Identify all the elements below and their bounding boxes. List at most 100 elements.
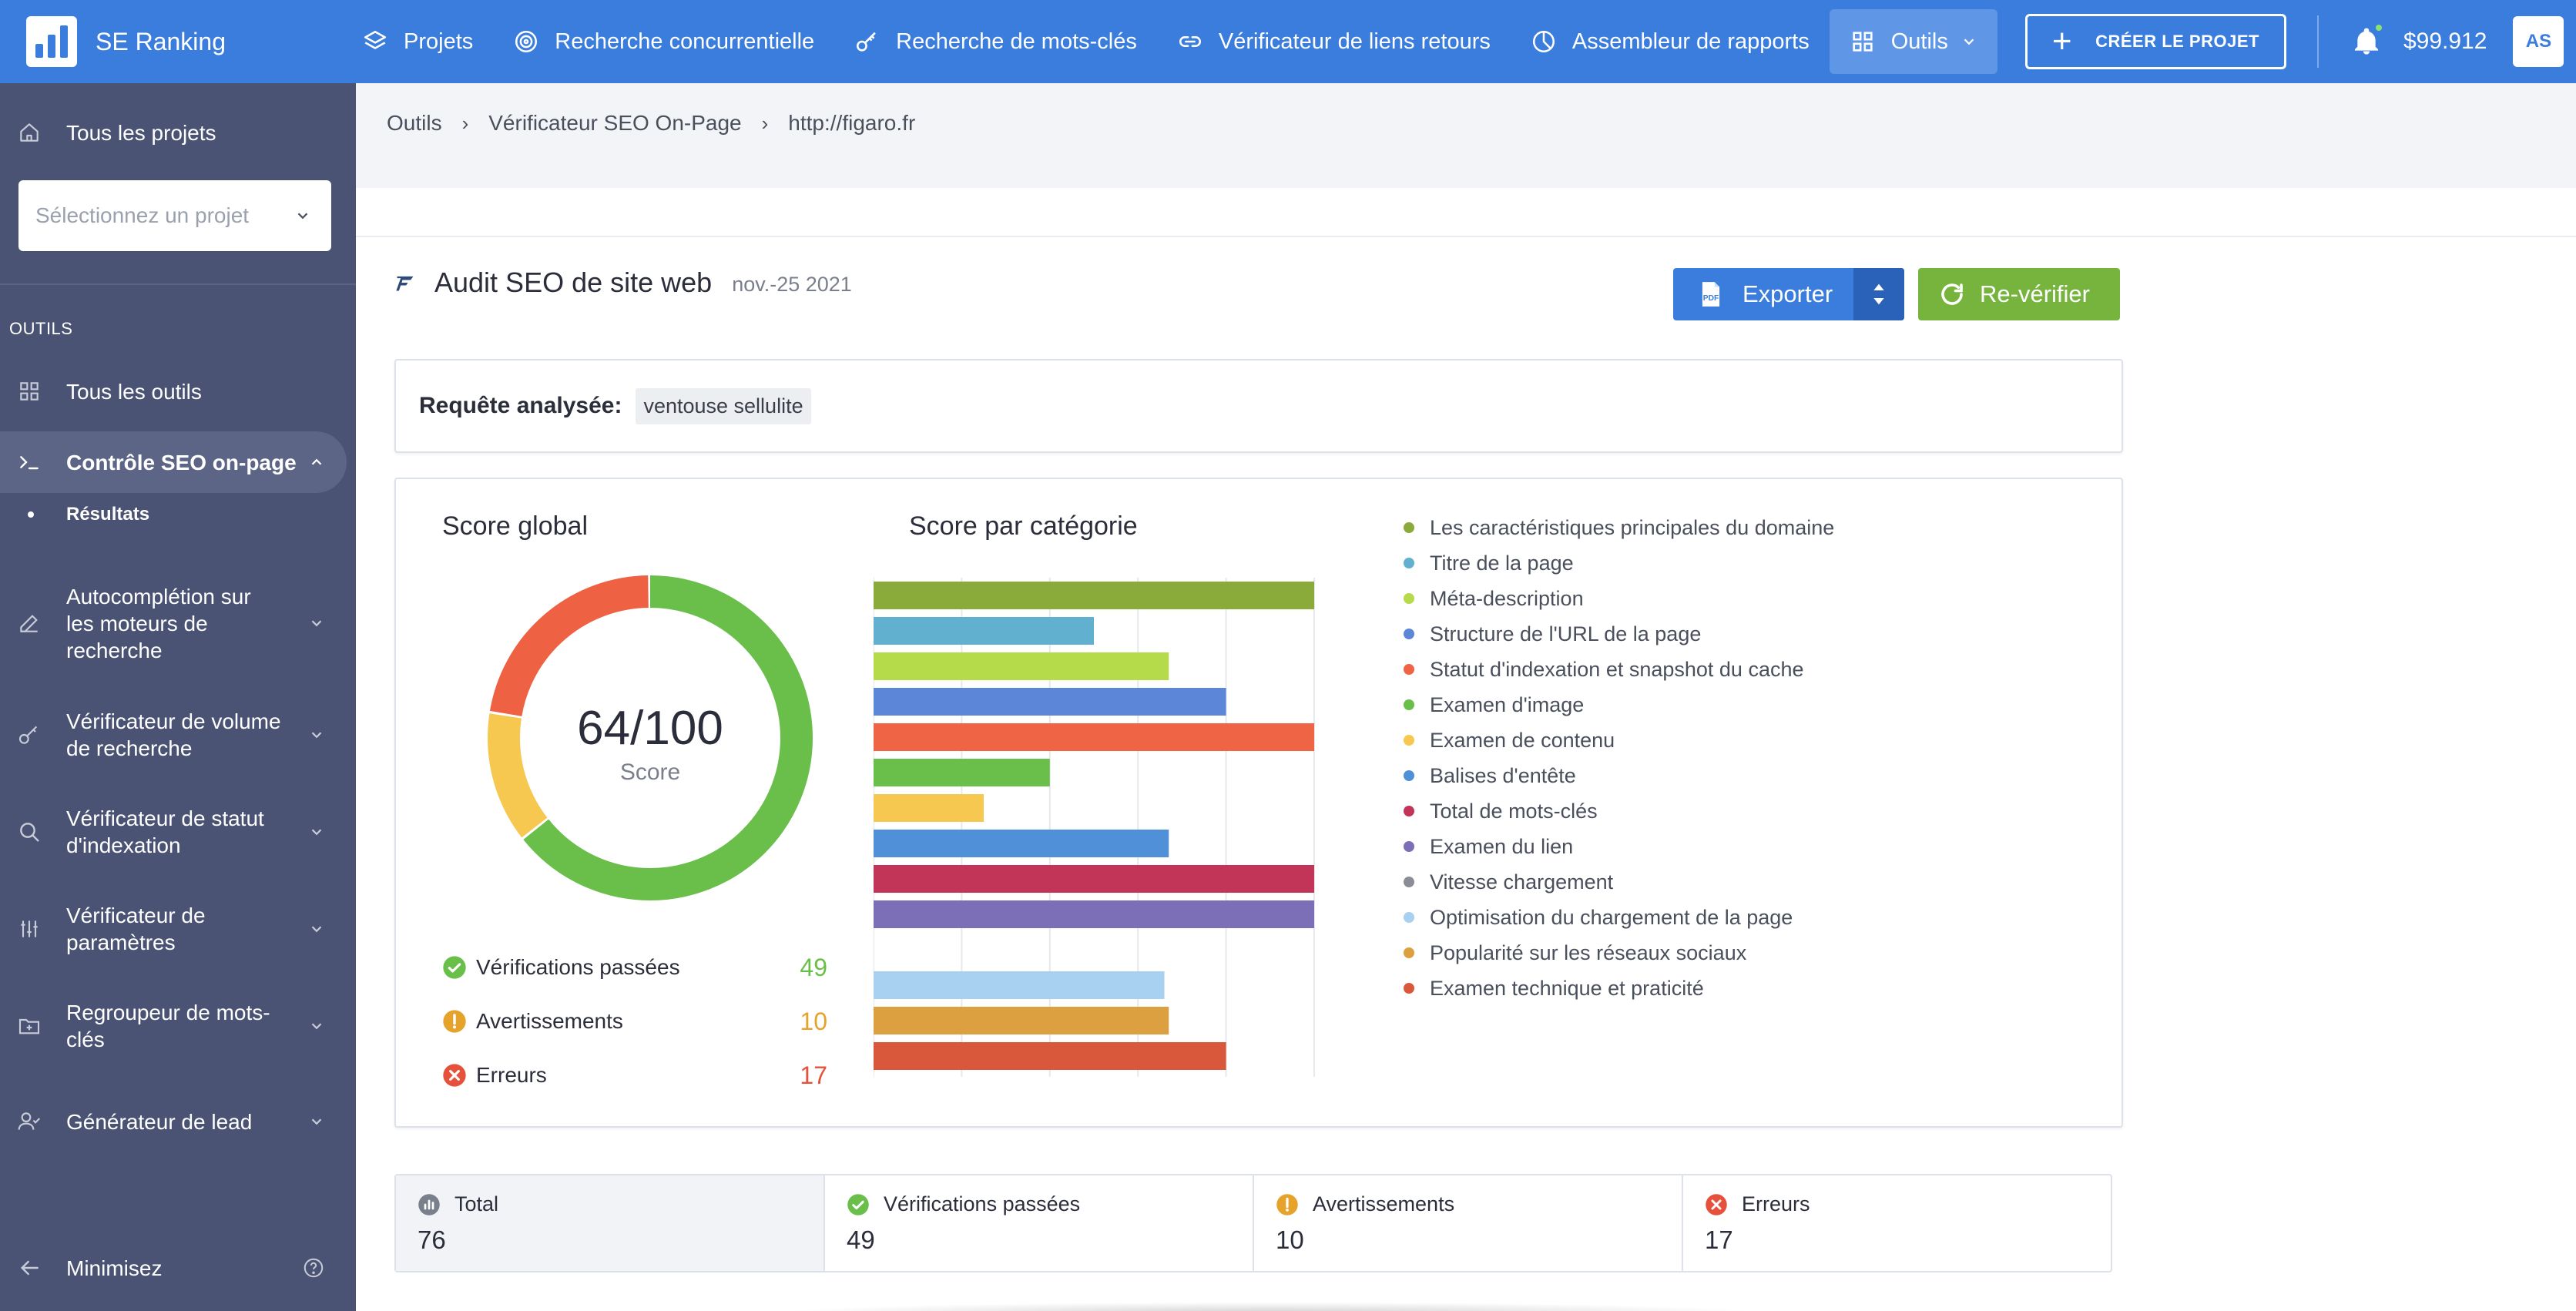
nav-assembleur-rapports[interactable]: Assembleur de rapports [1511,9,1830,74]
category-bar[interactable] [874,830,1169,857]
category-bar[interactable] [874,865,1314,893]
category-bar[interactable] [874,1007,1169,1034]
category-bar[interactable] [874,582,1314,609]
chevron-down-icon [311,926,322,933]
nav-verificateur-liens[interactable]: Vérificateur de liens retours [1157,9,1511,74]
category-bar[interactable] [874,759,1050,786]
summary-label: Avertissements [1313,1192,1455,1215]
page-title: Audit SEO de site web [434,267,713,298]
category-bar[interactable] [874,971,1165,999]
stat-value: 49 [800,953,827,981]
summary-warnings[interactable]: Avertissements 10 [1254,1175,1683,1271]
category-legend: Les caractéristiques principales du doma… [1404,510,1834,1006]
sidebar-item-lead-generator[interactable]: Générateur de lead [0,1106,356,1137]
search-icon [20,823,39,842]
legend-item: Titre de la page [1404,545,1834,581]
breadcrumb-item[interactable]: Vérificateur SEO On-Page [488,111,741,136]
recheck-button[interactable]: Re-vérifier [1918,268,2120,320]
brand[interactable]: SE Ranking [26,16,342,67]
export-button-main[interactable]: PDF Exporter [1673,280,1853,309]
sidebar-item-parameters[interactable]: Vérificateur de paramètres [0,900,356,958]
chevron-right-icon: › [761,111,769,135]
score-category-title: Score par catégorie [909,511,1138,541]
site-favicon-icon [396,276,414,291]
audit-date: nov.-25 2021 [732,272,852,296]
sidebar-item-autocomplete[interactable]: Autocomplétion sur les moteurs de recher… [0,581,356,666]
summary-errors[interactable]: Erreurs 17 [1683,1175,2111,1271]
sidebar-divider [0,283,356,285]
sidebar-minimize-button[interactable]: Minimisez [0,1252,356,1283]
category-bar[interactable] [874,900,1314,928]
legend-swatch [1404,558,1414,568]
legend-label: Popularité sur les réseaux sociaux [1430,940,1747,964]
legend-label: Total de mots-clés [1430,799,1598,823]
sidebar-subitem-results[interactable]: Résultats [66,504,149,525]
check-circle-icon [443,956,466,979]
sidebar-item-all-tools[interactable]: Tous les outils [0,376,356,407]
export-button[interactable]: PDF Exporter [1673,268,1904,320]
legend-item: Examen de contenu [1404,723,1834,758]
legend-swatch [1404,664,1414,675]
legend-swatch [1404,629,1414,639]
sidebar-item-label: Vérificateur de volume de recherche [66,709,281,760]
sidebar-item-all-projects[interactable]: Tous les projets [0,117,356,148]
sidebar-item-label: Regroupeur de mots-clés [66,1001,270,1051]
category-bar[interactable] [874,723,1314,751]
score-value: 64/100 [577,702,723,755]
nav-outils[interactable]: Outils [1829,9,1997,74]
legend-item: Examen du lien [1404,829,1834,864]
account-balance[interactable]: $99.912 [2403,28,2487,55]
summary-label: Vérifications passées [884,1192,1081,1215]
summary-passed[interactable]: Vérifications passées 49 [825,1175,1254,1271]
error-circle-icon [1706,1193,1727,1215]
export-label: Exporter [1742,280,1833,307]
sidebar-item-seo-onpage[interactable]: Contrôle SEO on-page [0,447,356,478]
help-icon[interactable] [302,1256,325,1279]
pdf-icon: PDF [1702,282,1720,307]
stat-label: Erreurs [476,1063,547,1087]
category-bar[interactable] [874,794,984,822]
breadcrumb: Outils › Vérificateur SEO On-Page › http… [387,111,915,136]
legend-item: Balises d'entête [1404,758,1834,793]
legend-label: Statut d'indexation et snapshot du cache [1430,657,1804,681]
stat-passed: Vérifications passées 49 [442,953,827,981]
warning-circle-icon [443,1010,466,1033]
sidebar-item-label: Vérificateur de statut d'indexation [66,806,264,857]
stat-value: 17 [800,1061,827,1089]
project-select[interactable]: Sélectionnez un projet [18,180,331,251]
chevron-down-icon [1964,39,1974,45]
category-bar[interactable] [874,617,1094,645]
sidebar-item-label: Tous les projets [66,120,216,145]
export-options-toggle[interactable] [1853,268,1904,320]
category-bar[interactable] [874,1042,1226,1070]
brand-name: SE Ranking [96,27,226,55]
create-project-label: CRÉER LE PROJET [2095,32,2259,51]
category-bar[interactable] [874,652,1169,680]
nav-recherche-mots-cles[interactable]: Recherche de mots-clés [834,9,1157,74]
breadcrumb-item[interactable]: Outils [387,111,442,136]
notifications-button[interactable] [2351,23,2383,57]
create-project-button[interactable]: + CRÉER LE PROJET [2024,14,2286,69]
project-select-placeholder: Sélectionnez un projet [35,203,250,227]
summary-total[interactable]: Total 76 [396,1175,825,1271]
query-card: Requête analysée: ventouse sellulite [394,359,2123,453]
legend-item: Les caractéristiques principales du doma… [1404,510,1834,545]
bar-chart-icon [418,1193,440,1215]
top-bar: SE Ranking Projets Recherche concurrenti… [0,0,2576,83]
sidebar-item-label: Contrôle SEO on-page [66,450,297,474]
score-global-title: Score global [442,511,589,541]
nav-recherche-concurrentielle[interactable]: Recherche concurrentielle [493,9,834,74]
legend-item: Statut d'indexation et snapshot du cache [1404,652,1834,687]
avatar[interactable]: AS [2513,16,2564,67]
pie-chart-icon [1532,30,1555,53]
plus-icon: + [2051,22,2073,60]
summary-value: 17 [1705,1226,1733,1254]
stat-value: 10 [800,1007,827,1035]
sidebar-item-search-volume[interactable]: Vérificateur de volume de recherche [0,706,356,764]
sidebar-item-indexation[interactable]: Vérificateur de statut d'indexation [0,803,356,861]
legend-swatch [1404,983,1414,994]
sidebar-item-keyword-grouper[interactable]: Regroupeur de mots-clés [0,997,356,1055]
category-bar[interactable] [874,688,1226,716]
home-icon [20,123,39,142]
nav-projets[interactable]: Projets [342,9,493,74]
